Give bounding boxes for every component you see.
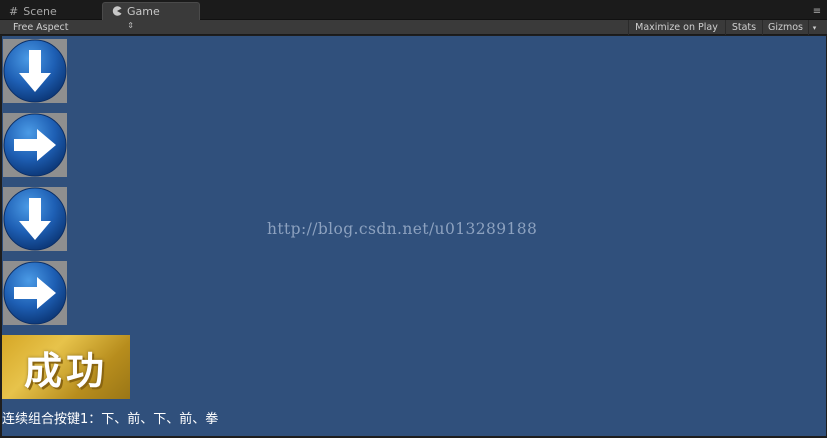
arrow-down-icon	[3, 39, 67, 103]
watermark-text: http://blog.csdn.net/u013289188	[267, 220, 538, 238]
success-banner: 成功	[2, 335, 130, 399]
arrow-tile-4	[3, 261, 67, 325]
aspect-dropdown[interactable]: Free Aspect ⇕	[5, 20, 138, 35]
grid-icon: #	[9, 4, 19, 18]
arrow-tile-2	[3, 113, 67, 177]
tab-game-label: Game	[127, 5, 160, 18]
arrow-right-icon	[3, 261, 67, 325]
stats-button[interactable]: Stats	[725, 20, 762, 35]
combo-description: 连续组合按键1：下、前、下、前、拳	[2, 412, 219, 427]
dropdown-arrows-icon: ⇕	[127, 21, 134, 30]
gizmos-dropdown-icon[interactable]: ▾	[808, 20, 820, 35]
gizmos-button[interactable]: Gizmos	[762, 20, 808, 35]
editor-tab-bar: # Scene Game ≡	[0, 0, 827, 20]
game-toolbar: Free Aspect ⇕ Maximize on Play Stats Giz…	[0, 20, 827, 35]
arrow-right-icon	[3, 113, 67, 177]
arrow-down-icon	[3, 187, 67, 251]
maximize-on-play-button[interactable]: Maximize on Play	[628, 20, 724, 35]
aspect-label: Free Aspect	[13, 22, 69, 33]
tab-scene-label: Scene	[23, 4, 57, 18]
tab-menu-icon[interactable]: ≡	[811, 7, 823, 17]
pacman-icon	[112, 5, 122, 18]
arrow-tile-3	[3, 187, 67, 251]
success-label: 成功	[23, 347, 108, 393]
game-view[interactable]: 成功 http://blog.csdn.net/u013289188 连续组合按…	[2, 36, 826, 436]
tab-scene[interactable]: # Scene	[0, 2, 100, 20]
tab-game[interactable]: Game	[102, 2, 200, 20]
arrow-tile-1	[3, 39, 67, 103]
